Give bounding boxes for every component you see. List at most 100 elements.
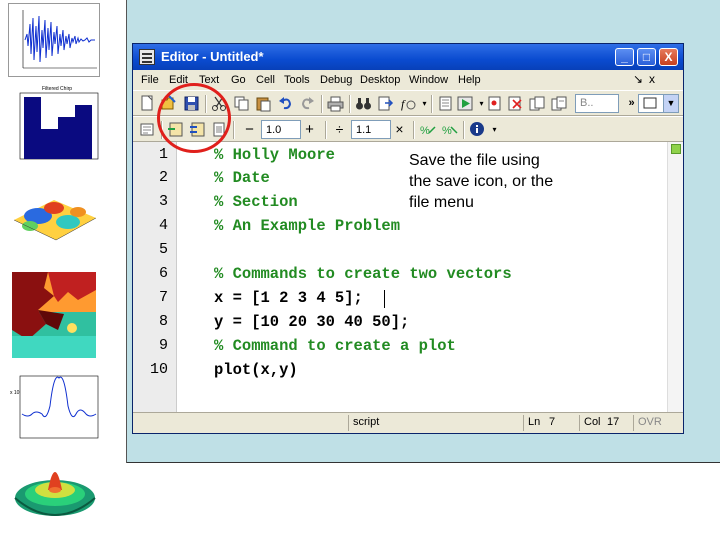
thumb-title: Filtered Chirp (42, 86, 72, 92)
code-line[interactable]: y = [10 20 30 40 50]; (214, 313, 409, 331)
slide: Filtered Chirp x 10 Editor - Untitled* _… (0, 0, 720, 540)
menu-bar: File Edit Text Go Cell Tools Debug Deskt… (133, 70, 683, 90)
multiply-button[interactable]: × (391, 121, 408, 138)
thumbnail-signal-plot[interactable] (8, 3, 100, 77)
code-line[interactable]: % Commands to create two vectors (214, 265, 512, 283)
svg-text:%: % (442, 125, 452, 137)
function-icon[interactable]: f (399, 95, 416, 112)
analysis-marker-strip[interactable] (667, 142, 683, 412)
title-bar[interactable]: Editor - Untitled* _ □ X (133, 44, 683, 70)
undo-icon[interactable] (277, 95, 294, 112)
sinc-plot-graphic: x 10 (10, 375, 99, 439)
thumbnail-fractal-image[interactable] (8, 270, 100, 362)
decrement-value-field[interactable] (261, 120, 301, 139)
status-ln-label: Ln (523, 415, 545, 431)
layout-combo[interactable] (638, 94, 664, 113)
thumbnail-bar-chart[interactable]: Filtered Chirp (8, 83, 100, 165)
undock-arrow-icon[interactable]: ↘ (633, 72, 643, 86)
code-line[interactable]: % Section (214, 193, 298, 211)
code-line[interactable]: % An Example Problem (214, 217, 400, 235)
status-ln-value: 7 (549, 416, 556, 428)
svg-text:%: % (420, 125, 430, 137)
go-to-icon[interactable] (377, 95, 394, 112)
status-mode: script (348, 415, 523, 431)
thumbnail-3d-peak[interactable] (10, 452, 100, 528)
thumbnail-strip: Filtered Chirp x 10 (0, 0, 104, 540)
line-number: 1 (158, 146, 168, 163)
peak-graphic (14, 472, 96, 516)
clear-breakpoints-icon[interactable] (507, 95, 524, 112)
copy-icon[interactable] (233, 95, 250, 112)
status-ok-marker[interactable] (671, 144, 681, 154)
divide-value-field[interactable] (351, 120, 391, 139)
layout-dropdown-icon[interactable]: ▼ (663, 94, 679, 113)
divide-button[interactable]: ÷ (331, 121, 348, 138)
redo-icon[interactable] (299, 95, 316, 112)
surface-plot-graphic (13, 200, 97, 241)
code-line[interactable]: % Holly Moore (214, 146, 335, 164)
step-icon[interactable] (529, 95, 546, 112)
toolbar-separator (431, 95, 432, 113)
close-button[interactable]: X (659, 48, 678, 66)
annotation-line: the save icon, or the (409, 173, 554, 190)
info-dropdown-icon[interactable]: ▾ (486, 121, 503, 138)
toolbar-separator (321, 95, 322, 113)
menu-help[interactable]: Help (458, 74, 481, 86)
increment-button[interactable]: + (301, 121, 318, 138)
minimize-button[interactable]: _ (615, 48, 634, 66)
info-icon[interactable] (469, 121, 486, 138)
fractal-graphic (12, 272, 96, 358)
insert-cell-icon[interactable]: % (419, 121, 436, 138)
toolbar-separator (463, 121, 464, 139)
menu-window[interactable]: Window (409, 74, 448, 86)
line-number: 7 (158, 289, 168, 306)
code-line[interactable]: % Command to create a plot (214, 337, 456, 355)
status-ovr: OVR (633, 415, 681, 431)
signal-plot-graphic (22, 10, 97, 69)
line-number: 2 (158, 169, 168, 186)
uncomment-icon[interactable]: % (441, 121, 458, 138)
maximize-button[interactable]: □ (637, 48, 656, 66)
print-icon[interactable] (327, 95, 344, 112)
line-number: 6 (158, 265, 168, 282)
paste-icon[interactable] (255, 95, 272, 112)
stack-combo[interactable]: B.. (575, 94, 619, 113)
thumbnail-sinc-plot[interactable]: x 10 (8, 372, 100, 446)
save-highlight-circle (157, 83, 231, 153)
code-line[interactable]: x = [1 2 3 4 5]; (214, 289, 363, 307)
thumb-note: x 10 (10, 390, 20, 396)
line-number: 9 (158, 337, 168, 354)
menu-cell[interactable]: Cell (256, 74, 275, 86)
toolbar-separator (325, 121, 326, 139)
toolbar-separator (413, 121, 414, 139)
thumbnail-surface-plot[interactable] (8, 170, 100, 252)
annotation-line: Save the file using (409, 152, 540, 169)
line-number: 8 (158, 313, 168, 330)
code-line[interactable]: % Date (214, 169, 270, 187)
editor-app-icon (139, 49, 155, 65)
annotation-line: file menu (409, 194, 474, 211)
toolbar-separator (233, 121, 234, 139)
find-binoculars-icon[interactable] (355, 95, 372, 112)
line-number: 5 (158, 241, 168, 258)
menu-file[interactable]: File (141, 74, 159, 86)
code-line[interactable]: plot(x,y) (214, 361, 298, 379)
menu-tools[interactable]: Tools (284, 74, 310, 86)
step-in-icon[interactable] (551, 95, 568, 112)
line-number: 4 (158, 217, 168, 234)
menu-debug[interactable]: Debug (320, 74, 352, 86)
stack-icon[interactable] (437, 95, 454, 112)
line-number-gutter: 1 2 3 4 5 6 7 8 9 10 (133, 142, 177, 412)
cell-mode-icon[interactable] (139, 121, 156, 138)
breakpoint-icon[interactable] (487, 95, 504, 112)
menu-desktop[interactable]: Desktop (360, 74, 400, 86)
new-file-icon[interactable] (139, 95, 156, 112)
run-icon[interactable] (457, 95, 474, 112)
code-editor[interactable]: 1 2 3 4 5 6 7 8 9 10 % Holly Moore % Dat… (133, 142, 683, 412)
window-title: Editor - Untitled* (161, 49, 264, 64)
menu-go[interactable]: Go (231, 74, 246, 86)
decrement-button[interactable]: − (241, 121, 258, 138)
save-annotation: Save the file using the save icon, or th… (409, 150, 589, 213)
status-bar: script Ln 7 Col 17 OVR (133, 412, 683, 433)
menu-close-icon[interactable]: x (649, 72, 655, 86)
